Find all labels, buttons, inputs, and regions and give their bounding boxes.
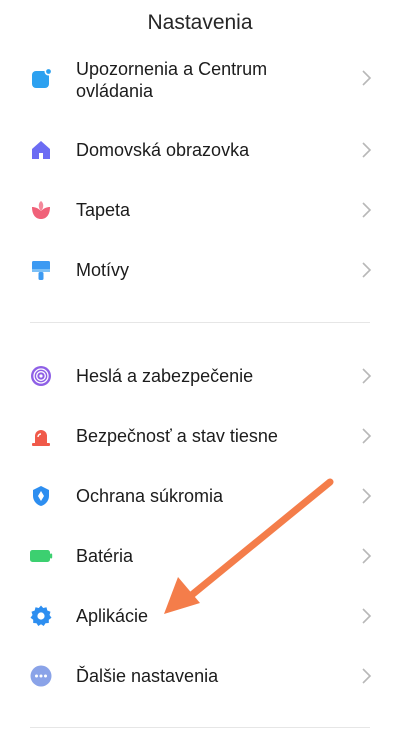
settings-item-privacy[interactable]: Ochrana súkromia: [0, 468, 400, 524]
fingerprint-icon: [29, 364, 53, 388]
wallpaper-flower-icon: [29, 198, 53, 222]
apps-gear-icon: [29, 604, 53, 628]
settings-item-more-settings[interactable]: Ďalšie nastavenia: [0, 648, 400, 704]
more-dots-icon: [29, 664, 53, 688]
settings-item-label: Batéria: [76, 546, 134, 566]
chevron-right-icon: [360, 141, 372, 159]
settings-item-safety-emergency[interactable]: Bezpečnosť a stav tiesne: [0, 408, 400, 464]
privacy-shield-icon: [29, 484, 53, 508]
chevron-right-icon: [360, 667, 372, 685]
settings-item-label: Aplikácie: [76, 606, 149, 626]
chevron-right-icon: [360, 69, 372, 87]
settings-item-label: Heslá a zabezpečenie: [76, 366, 254, 386]
settings-item-apps[interactable]: Aplikácie: [0, 588, 400, 644]
settings-item-wallpaper[interactable]: Tapeta: [0, 182, 400, 238]
settings-item-battery[interactable]: Batéria: [0, 528, 400, 584]
settings-item-label: Domovská obrazovka: [76, 140, 250, 160]
settings-item-label: Motívy: [76, 260, 130, 280]
section-divider: [30, 727, 370, 728]
battery-icon: [29, 544, 53, 568]
chevron-right-icon: [360, 427, 372, 445]
settings-item-themes[interactable]: Motívy: [0, 242, 400, 298]
emergency-siren-icon: [29, 424, 53, 448]
notification-icon: [29, 67, 53, 91]
settings-item-home-screen[interactable]: Domovská obrazovka: [0, 122, 400, 178]
chevron-right-icon: [360, 547, 372, 565]
settings-item-label: Tapeta: [76, 200, 131, 220]
chevron-right-icon: [360, 261, 372, 279]
settings-item-label: Bezpečnosť a stav tiesne: [76, 426, 278, 446]
settings-item-label: Ochrana súkromia: [76, 486, 224, 506]
settings-item-label: Ďalšie nastavenia: [76, 666, 219, 686]
chevron-right-icon: [360, 367, 372, 385]
home-icon: [29, 138, 53, 162]
chevron-right-icon: [360, 487, 372, 505]
settings-item-passwords-security[interactable]: Heslá a zabezpečenie: [0, 348, 400, 404]
chevron-right-icon: [360, 201, 372, 219]
theme-brush-icon: [29, 258, 53, 282]
chevron-right-icon: [360, 607, 372, 625]
settings-item-label: Upozornenia a Centrum ovládania: [76, 59, 268, 101]
page-title: Nastavenia: [147, 11, 253, 34]
settings-item-notifications[interactable]: Upozornenia a Centrum ovládania: [0, 50, 400, 110]
section-divider: [30, 322, 370, 323]
